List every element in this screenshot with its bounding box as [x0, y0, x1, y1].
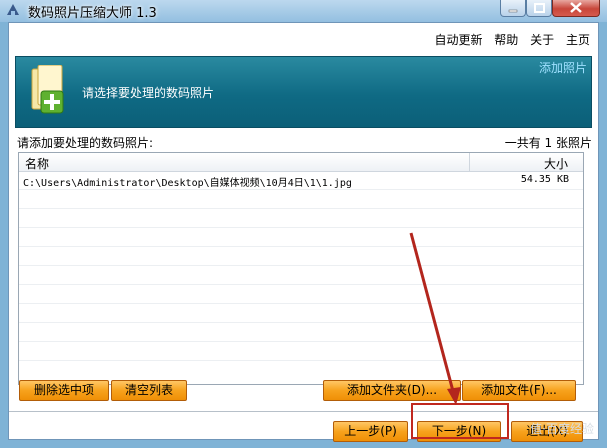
menu-auto-update[interactable]: 自动更新: [434, 33, 482, 47]
top-menu: 自动更新 帮助 关于 主页: [426, 31, 590, 48]
empty-row: [19, 247, 583, 266]
column-header-name[interactable]: 名称: [25, 155, 49, 172]
main-panel: 自动更新 帮助 关于 主页 请选择要处理的数码照片 添加照片 请添加要处理的数码…: [8, 22, 599, 442]
menu-about[interactable]: 关于: [530, 33, 554, 47]
footer-divider: [9, 411, 598, 412]
minimize-icon: [508, 9, 518, 13]
step-banner: 请选择要处理的数码照片 添加照片: [15, 56, 592, 128]
maximize-icon: [534, 3, 545, 13]
empty-row: [19, 342, 583, 361]
window-title: 数码照片压缩大师 1.3: [28, 6, 157, 21]
title-bar[interactable]: 数码照片压缩大师 1.3: [0, 0, 607, 22]
application-window: 数码照片压缩大师 1.3 自动更新 帮助 关于 主页 请选择要处理的数码照片 添…: [0, 0, 607, 448]
list-header: 名称 大小: [19, 153, 583, 172]
close-icon: [570, 2, 582, 13]
banner-instruction: 请选择要处理的数码照片: [82, 86, 215, 100]
app-icon: [7, 4, 19, 15]
empty-row: [19, 266, 583, 285]
clear-list-button[interactable]: 清空列表: [111, 380, 187, 401]
add-photo-link[interactable]: 添加照片: [539, 59, 587, 76]
minimize-button[interactable]: [500, 0, 526, 17]
column-header-size-label: 大小: [543, 157, 568, 171]
photo-count: 一共有 1 张照片: [504, 136, 592, 150]
add-photo-icon: [31, 65, 64, 114]
menu-home[interactable]: 主页: [566, 33, 590, 47]
maximize-button[interactable]: [526, 0, 552, 17]
file-size: 54.35 KB: [520, 174, 569, 185]
add-file-button[interactable]: 添加文件(F)...: [462, 380, 576, 401]
empty-row: [19, 190, 583, 209]
close-button[interactable]: [552, 0, 600, 17]
menu-help[interactable]: 帮助: [494, 33, 518, 47]
empty-row: [19, 285, 583, 304]
empty-row: [19, 209, 583, 228]
empty-row: [19, 304, 583, 323]
previous-step-button[interactable]: 上一步(P): [333, 421, 408, 442]
add-folder-button[interactable]: 添加文件夹(D)...: [323, 380, 461, 401]
empty-row: [19, 228, 583, 247]
list-label: 请添加要处理的数码照片:: [17, 136, 154, 150]
highlight-box: [411, 403, 509, 439]
photo-list[interactable]: 名称 大小 C:\Users\Administrator\Desktop\自媒体…: [18, 152, 584, 385]
delete-selected-button[interactable]: 删除选中项: [19, 380, 109, 401]
empty-row: [19, 323, 583, 342]
file-path: C:\Users\Administrator\Desktop\自媒体视频\10月…: [23, 178, 352, 189]
watermark: 值·百度经验: [530, 422, 594, 436]
list-row[interactable]: C:\Users\Administrator\Desktop\自媒体视频\10月…: [19, 171, 583, 190]
column-header-size[interactable]: 大小: [469, 153, 582, 171]
